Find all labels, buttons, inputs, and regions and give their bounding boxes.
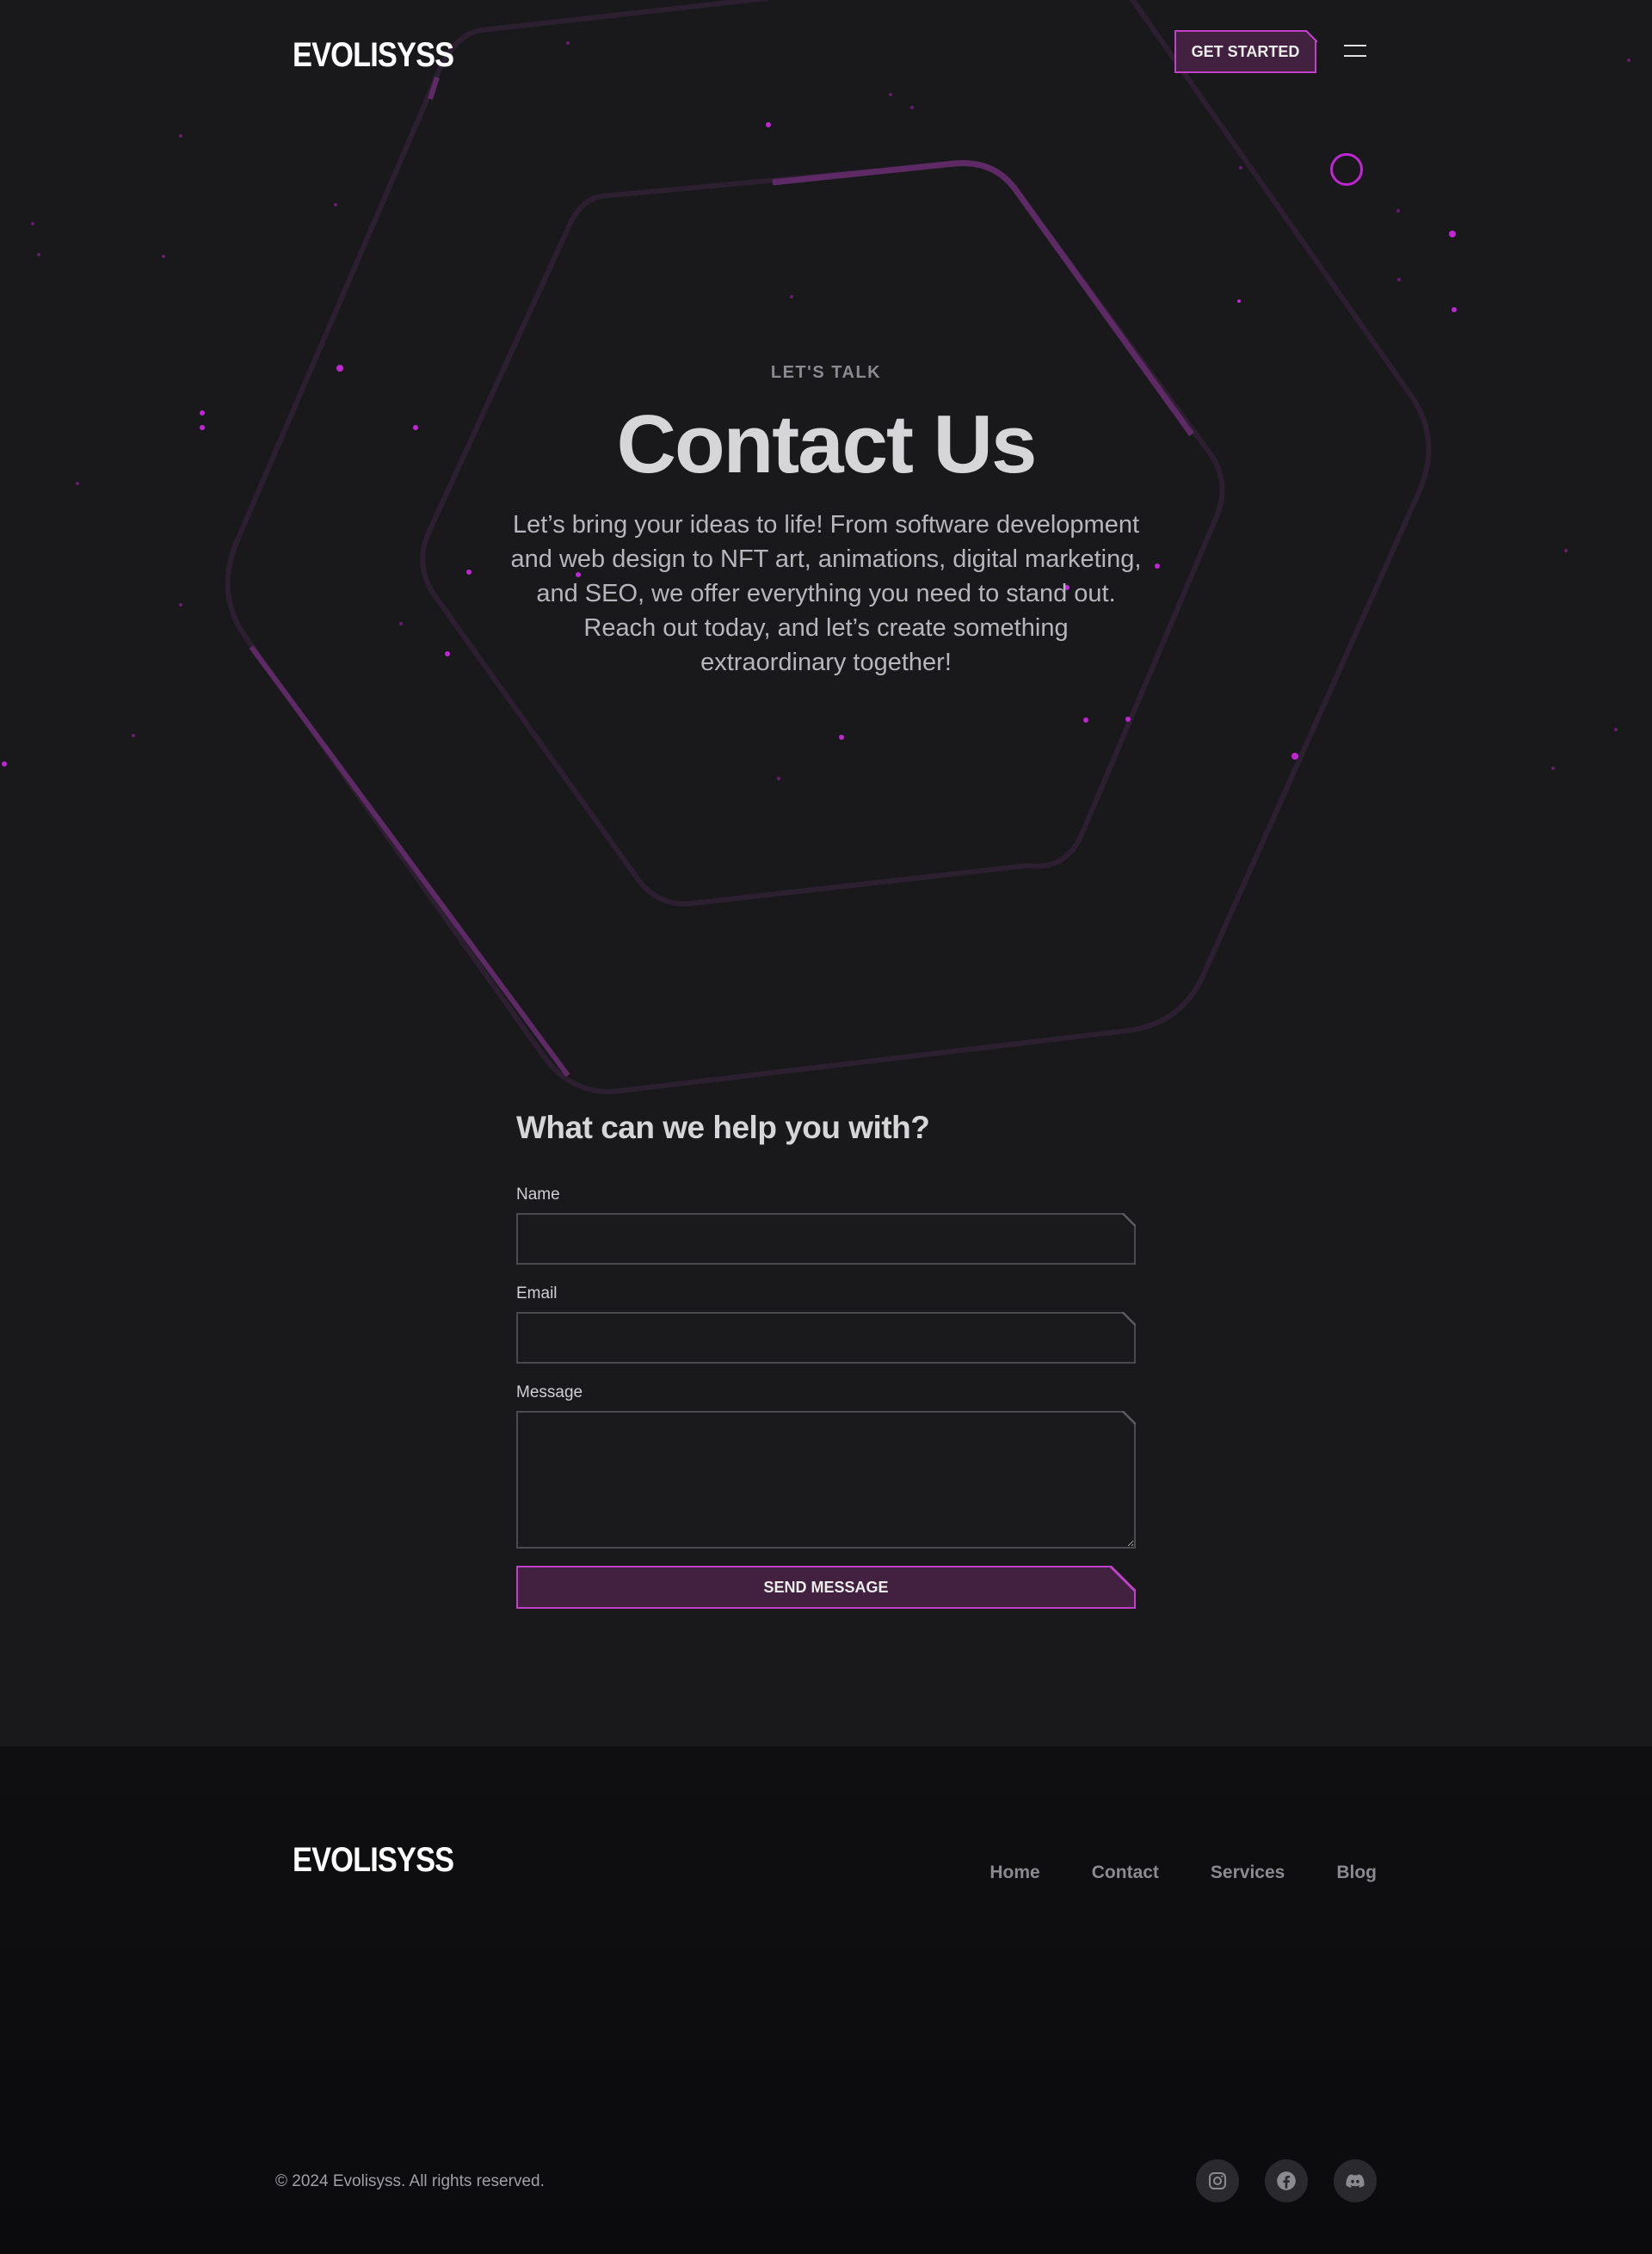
- hero-intro-line1: Let’s bring your ideas to life! From sof…: [510, 511, 1142, 607]
- footer-link-services[interactable]: Services: [1211, 1863, 1285, 1883]
- hero-eyebrow: LET'S TALK: [770, 363, 882, 382]
- message-field[interactable]: [516, 1411, 1136, 1549]
- footer-logo[interactable]: EVOLISYSS: [293, 1841, 454, 1880]
- footer: EVOLISYSS Home Contact Services Blog © 2…: [0, 1746, 1652, 2254]
- message-field-corner: [1122, 1411, 1136, 1425]
- form-title: What can we help you with?: [516, 1110, 930, 1145]
- facebook-icon[interactable]: [1265, 2159, 1308, 2202]
- send-message-button[interactable]: SEND MESSAGE: [516, 1566, 1136, 1609]
- name-label: Name: [516, 1186, 560, 1204]
- cta-corner-accent: [1305, 30, 1317, 42]
- email-label: Email: [516, 1284, 558, 1303]
- get-started-button[interactable]: GET STARTED: [1174, 30, 1316, 73]
- footer-link-blog[interactable]: Blog: [1336, 1863, 1377, 1883]
- social-links: [1196, 2159, 1377, 2202]
- footer-link-contact[interactable]: Contact: [1092, 1863, 1159, 1883]
- email-field-corner: [1122, 1312, 1136, 1326]
- discord-icon[interactable]: [1334, 2159, 1377, 2202]
- hamburger-icon[interactable]: [1344, 45, 1366, 59]
- cursor-ring-icon: [1330, 153, 1363, 186]
- hero-intro-line2: Reach out today, and let’s create someth…: [583, 614, 1069, 676]
- instagram-icon[interactable]: [1196, 2159, 1239, 2202]
- copyright-text: © 2024 Evolisyss. All rights reserved.: [275, 2172, 545, 2190]
- header-logo[interactable]: EVOLISYSS: [293, 36, 454, 75]
- footer-link-home[interactable]: Home: [989, 1863, 1039, 1883]
- footer-nav: Home Contact Services Blog: [989, 1863, 1377, 1883]
- hero-intro: Let’s bring your ideas to life! From sof…: [508, 508, 1144, 680]
- name-field-corner: [1122, 1213, 1136, 1227]
- email-field[interactable]: [516, 1312, 1136, 1364]
- page-title: Contact Us: [616, 398, 1038, 490]
- message-label: Message: [516, 1383, 583, 1401]
- name-field[interactable]: [516, 1213, 1136, 1265]
- main-section: EVOLISYSS GET STARTED LET'S TALK Contact…: [0, 0, 1652, 1746]
- send-corner-accent: [1110, 1566, 1136, 1592]
